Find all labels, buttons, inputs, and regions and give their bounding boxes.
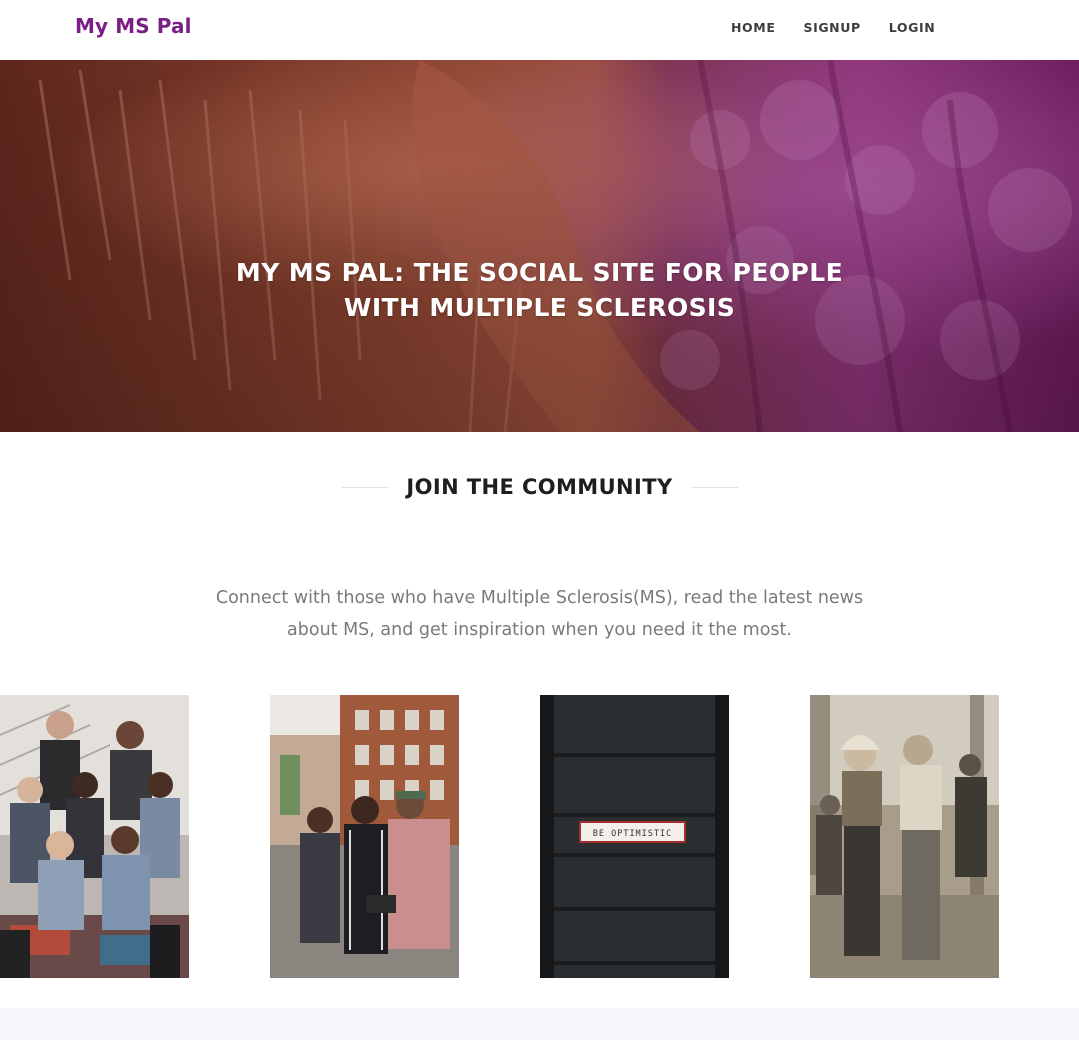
community-heading: JOIN THE COMMUNITY xyxy=(406,475,673,499)
photo-friends-on-street-image xyxy=(270,695,459,978)
community-section-heading: JOIN THE COMMUNITY xyxy=(0,473,1079,501)
top-navbar: My MS Pal HOME SIGNUP LOGIN xyxy=(0,0,1079,60)
photo-group-of-friends-image xyxy=(0,695,189,978)
nav-login-link[interactable]: LOGIN xyxy=(889,20,936,36)
hero-banner: MY MS PAL: THE SOCIAL SITE FOR PEOPLE WI… xyxy=(0,60,1079,432)
main-nav: HOME SIGNUP LOGIN xyxy=(731,20,963,36)
photo-group-of-friends xyxy=(0,695,189,978)
nav-home-link[interactable]: HOME xyxy=(731,20,775,36)
next-section-band xyxy=(0,1008,1079,1040)
heading-divider-right xyxy=(691,487,738,488)
heading-divider-left xyxy=(342,487,389,488)
photo-elderly-couple-dancing xyxy=(810,695,999,978)
hero-title-line-1: MY MS PAL: THE SOCIAL SITE FOR PEOPLE xyxy=(235,258,844,287)
intro-line-2: about MS, and get inspiration when you n… xyxy=(287,620,792,640)
hero-background-image xyxy=(0,60,1079,432)
photo-elderly-couple-dancing-image xyxy=(810,695,999,978)
hero-title-line-2: WITH MULTIPLE SCLEROSIS xyxy=(343,293,736,322)
photo-be-optimistic-door: BE OPTIMISTIC xyxy=(540,695,729,978)
intro-line-1: Connect with those who have Multiple Scl… xyxy=(215,588,864,608)
hero-title: MY MS PAL: THE SOCIAL SITE FOR PEOPLE WI… xyxy=(0,255,1079,325)
community-intro-text: Connect with those who have Multiple Scl… xyxy=(200,582,879,646)
brand-logo-link[interactable]: My MS Pal xyxy=(75,14,192,38)
photo-be-optimistic-door-image: BE OPTIMISTIC xyxy=(540,695,729,978)
nav-signup-link[interactable]: SIGNUP xyxy=(803,20,860,36)
photo-friends-on-street xyxy=(270,695,459,978)
be-optimistic-sign: BE OPTIMISTIC xyxy=(593,829,673,839)
